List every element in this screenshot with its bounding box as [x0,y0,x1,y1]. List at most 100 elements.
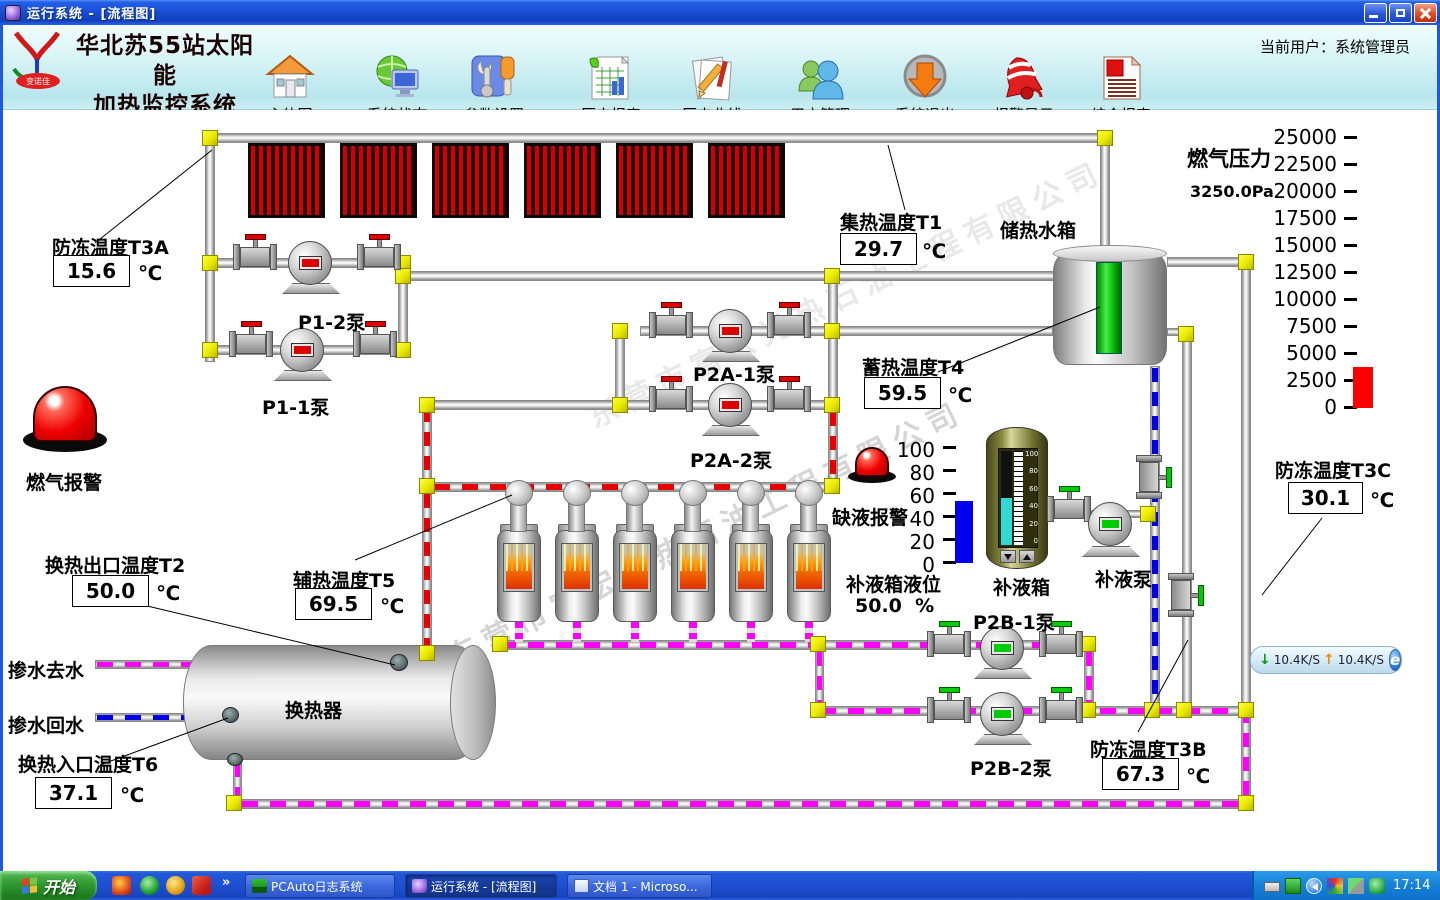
tools-icon [469,53,519,103]
gauge-down-button[interactable] [1000,550,1016,563]
start-button[interactable]: 开始 [0,871,97,900]
pipe-red [422,406,432,482]
heat-exchanger-label: 换热器 [285,696,342,723]
valve[interactable] [1136,454,1174,500]
makeup-tank-gauge: 10080 6040 200 [998,448,1038,548]
t3c-value: 30.1 [1288,482,1363,514]
close-button[interactable] [1414,3,1437,23]
t4-label: 蓄热温度T4 [862,353,964,380]
valve[interactable] [1038,685,1084,723]
valve[interactable] [926,685,972,723]
valve[interactable] [926,619,972,657]
level-scale-label: 40 [878,507,935,531]
valve[interactable] [648,374,694,412]
supply-port [390,654,408,671]
gas-scale-label: 22500 [1262,152,1337,176]
aux-heater [671,530,715,622]
t4-value: 59.5 [864,377,941,409]
flame-icon [564,552,590,589]
pump-p1-2[interactable] [288,241,332,285]
quicklaunch-icon[interactable] [112,876,131,895]
pump-makeup-label: 补液泵 [1095,565,1152,592]
gauge-up-button[interactable] [1019,550,1035,563]
pump-p2a-1[interactable] [708,309,752,353]
valve[interactable] [648,300,694,338]
windows-flag-icon [22,877,38,894]
flame-icon [738,552,764,589]
quicklaunch-overflow[interactable]: » [222,875,230,890]
gauge-ticks [1014,451,1023,545]
valve[interactable] [228,319,274,357]
solar-collector [708,143,785,218]
upload-speed: 10.4K/S [1338,653,1384,667]
gas-scale-label: 12500 [1262,260,1337,284]
t3c-label: 防冻温度T3C [1275,456,1391,483]
tray-collapse-icon[interactable] [1306,878,1322,894]
pipe [615,332,625,405]
pipe [828,281,838,405]
window-title: 运行系统 - [流程图] [27,3,156,22]
t3a-unit: ℃ [138,261,162,285]
current-user: 当前用户：系统管理员 [1260,36,1410,57]
flame-icon [622,552,648,589]
solar-collector [340,143,417,218]
download-arrow-icon: ↓ [1259,652,1271,668]
pipe [403,271,1055,281]
quicklaunch-icon[interactable] [192,876,211,895]
makeup-tank-label: 补液箱 [993,573,1050,600]
pump-p2a-2[interactable] [708,383,752,427]
pipe [1167,257,1243,267]
pipe-red [422,492,432,650]
taskbar-item-runtime-system[interactable]: 运行系统 - [流程图] [405,874,557,898]
t1-unit: ℃ [922,239,946,263]
browser-icon[interactable]: e [1389,649,1401,671]
pipe [1241,264,1251,710]
summary-doc-icon [1096,53,1146,103]
pump-p1-1-label: P1-1泵 [262,393,329,420]
network-speed-widget[interactable]: ↓ 10.4K/S ↑ 10.4K/S e [1250,646,1402,674]
pipe [1182,334,1192,708]
app-title: 华北苏55站太阳能 加热监控系统 [70,31,260,121]
taskbar-item-pcauto-log[interactable]: PCAuto日志系统 [245,874,395,898]
system-tray: 17:14 [1252,871,1440,900]
upload-arrow-icon: ↑ [1323,652,1335,668]
valve[interactable] [232,232,278,270]
pipe-magenta [1241,707,1251,803]
pump-makeup[interactable] [1088,502,1132,546]
t3b-unit: ℃ [1186,764,1210,788]
pump-p2a-1-label: P2A-1泵 [693,360,775,387]
storage-tank-top [1053,245,1167,262]
pump-p1-2-label: P1-2泵 [298,308,365,335]
tray-cam-icon[interactable] [1348,878,1364,894]
pump-p2b-2[interactable] [980,692,1024,736]
quicklaunch-icon[interactable] [140,876,159,895]
pipe [1100,143,1110,255]
valve[interactable] [356,232,402,270]
t4-unit: ℃ [948,383,972,407]
t2-unit: ℃ [156,581,180,605]
log-app-icon [252,879,267,893]
gas-scale-label: 10000 [1262,287,1337,311]
level-scale-label: 60 [878,484,935,508]
aux-heater [497,530,541,622]
gas-scale-label: 20000 [1262,179,1337,203]
window-border-left [0,25,3,871]
keyboard-icon[interactable] [1264,882,1280,892]
pipe [208,133,1113,143]
return-port [222,707,239,723]
antivirus-shield-icon[interactable] [1369,878,1385,894]
valve[interactable] [1046,484,1092,522]
makeup-level-value: 50.0 % [855,595,934,617]
minimize-button[interactable] [1364,3,1387,23]
tray-color-icon[interactable] [1327,878,1343,894]
quicklaunch-icon[interactable] [166,876,185,895]
gas-scale-label: 17500 [1262,206,1337,230]
valve[interactable] [1168,572,1206,618]
flame-icon [796,552,822,589]
valve[interactable] [766,300,812,338]
gauge-scale: 10080 6040 200 [1025,451,1038,545]
taskbar-item-word-doc[interactable]: 文档 1 - Microso... [567,874,712,898]
t3c-unit: ℃ [1370,488,1394,512]
restore-button[interactable] [1389,3,1412,23]
usb-icon[interactable] [1285,878,1301,894]
